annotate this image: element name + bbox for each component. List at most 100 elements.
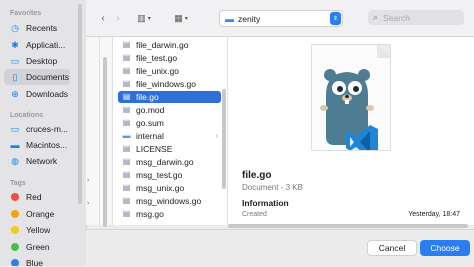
- search-icon: ⌕: [373, 12, 379, 22]
- file-name: file.go: [136, 92, 159, 102]
- list-item[interactable]: ▤ msg.go: [118, 208, 221, 220]
- file-name: msg_unix.go: [136, 183, 185, 193]
- view-columns-button[interactable]: ▥ ▾: [132, 11, 156, 25]
- disk-icon: ▬: [10, 140, 20, 150]
- list-item[interactable]: ▤ file_test.go: [118, 52, 221, 64]
- cancel-button[interactable]: Cancel: [367, 240, 417, 256]
- scrollbar-thumb[interactable]: [228, 224, 468, 228]
- sidebar-item-label: Applicati...: [26, 40, 66, 50]
- list-item[interactable]: ▤ go.mod: [118, 104, 221, 116]
- list-item[interactable]: ▤ go.sum: [118, 117, 221, 129]
- file-icon: ▤: [122, 157, 131, 166]
- list-item[interactable]: ▤ file_darwin.go: [118, 39, 221, 51]
- file-name: go.sum: [136, 118, 164, 128]
- preview-created-value: Yesterday, 18:47: [408, 211, 460, 218]
- orange-tag-dot-icon: [11, 210, 19, 218]
- sidebar-item-network[interactable]: ◍ Network: [4, 153, 70, 169]
- sidebar-tag-green[interactable]: Green: [4, 239, 70, 255]
- file-name: msg_windows.go: [136, 196, 202, 206]
- file-name: file_unix.go: [136, 66, 180, 76]
- list-item[interactable]: ▤ file_windows.go: [118, 78, 221, 90]
- preview-pane: file.go Document - 3 KB Information Crea…: [228, 37, 474, 225]
- sidebar-tag-red[interactable]: Red: [4, 189, 70, 205]
- sidebar-item-computer[interactable]: ▭ cruces-m...: [4, 121, 70, 137]
- file-name: go.mod: [136, 105, 165, 115]
- file-icon: ▤: [122, 105, 131, 114]
- laptop-icon: ▭: [10, 123, 20, 134]
- file-icon: ▤: [122, 40, 131, 49]
- file-thumbnail: [311, 44, 391, 151]
- document-icon: ▯: [12, 71, 18, 82]
- sidebar-item-desktop[interactable]: ▭ Desktop: [4, 53, 70, 69]
- list-item[interactable]: ▤ msg_darwin.go: [118, 156, 221, 168]
- file-icon: ▤: [122, 209, 131, 218]
- sidebar-tag-yellow[interactable]: Yellow: [4, 222, 70, 238]
- file-column-scrollbar[interactable]: [222, 89, 226, 189]
- globe-icon: ◍: [11, 155, 19, 166]
- list-item[interactable]: ▤ msg_test.go: [118, 169, 221, 181]
- sidebar-item-macintosh-hd[interactable]: ▬ Macintos...: [4, 137, 70, 153]
- file-icon: ▤: [122, 144, 131, 153]
- grandparent-column[interactable]: [100, 37, 113, 227]
- sidebar-tag-blue[interactable]: Blue: [4, 255, 70, 266]
- chevron-right-icon: ›: [87, 200, 90, 207]
- search-input[interactable]: [381, 11, 456, 24]
- file-icon: ▤: [122, 170, 131, 179]
- preview-created-label: Created: [242, 211, 267, 218]
- sidebar-tag-orange[interactable]: Orange: [4, 206, 70, 222]
- parent-column[interactable]: › ›: [86, 37, 100, 225]
- locations-heading: Locations: [10, 112, 44, 119]
- path-label: zenity: [238, 13, 261, 24]
- list-item[interactable]: ▬ internal ›: [118, 130, 221, 142]
- list-item-selected[interactable]: ▤ file.go: [118, 91, 221, 103]
- list-item[interactable]: ▤ file_unix.go: [118, 65, 221, 77]
- chevron-down-icon: ▾: [147, 15, 151, 22]
- sidebar-item-documents[interactable]: ▯ Documents: [4, 69, 70, 85]
- back-button[interactable]: ‹: [97, 11, 109, 25]
- file-name: file_darwin.go: [136, 40, 189, 50]
- list-item[interactable]: ▤ LICENSE: [118, 143, 221, 155]
- red-tag-dot-icon: [11, 193, 19, 201]
- file-icon: ▤: [122, 66, 131, 75]
- yellow-tag-dot-icon: [11, 226, 19, 234]
- file-icon: ▤: [122, 118, 131, 127]
- file-name: msg.go: [136, 209, 164, 219]
- file-icon: ▤: [122, 79, 131, 88]
- file-name: msg_test.go: [136, 170, 183, 180]
- sidebar: Favorites ◷ Recents ✱ Applicati... ▭ Des…: [0, 0, 87, 266]
- preview-file-name: file.go: [242, 170, 272, 181]
- folder-icon: ▬: [225, 13, 234, 24]
- forward-button[interactable]: ›: [112, 11, 124, 25]
- sidebar-item-label: Documents: [26, 72, 69, 82]
- chevron-right-icon: ›: [215, 132, 218, 140]
- file-name: LICENSE: [136, 144, 173, 154]
- list-item[interactable]: ▤ msg_windows.go: [118, 195, 221, 207]
- list-item[interactable]: ▤ msg_unix.go: [118, 182, 221, 194]
- gopher-vscode-icon: [320, 69, 378, 150]
- applications-icon: ✱: [11, 39, 19, 50]
- sidebar-item-applications[interactable]: ✱ Applicati...: [4, 37, 70, 53]
- sidebar-item-recents[interactable]: ◷ Recents: [4, 20, 70, 36]
- file-column[interactable]: ▤ file_darwin.go ▤ file_test.go ▤ file_unix…: [113, 37, 228, 225]
- sidebar-item-label: Yellow: [26, 225, 51, 235]
- choose-button[interactable]: Choose: [420, 240, 470, 256]
- chevron-left-icon: ‹: [101, 12, 105, 24]
- blue-tag-dot-icon: [11, 259, 19, 266]
- desktop-icon: ▭: [10, 55, 20, 66]
- page-fold-icon: [377, 45, 390, 58]
- sidebar-item-label: Green: [26, 242, 50, 252]
- horizontal-scrollbar[interactable]: [228, 224, 474, 228]
- sidebar-item-downloads[interactable]: ⊕ Downloads: [4, 86, 70, 102]
- search-box[interactable]: ⌕: [368, 10, 464, 25]
- favorites-heading: Favorites: [10, 10, 42, 17]
- sidebar-item-label: Red: [26, 192, 42, 202]
- preview-info-heading: Information: [242, 198, 289, 208]
- grid-view-icon: ▦: [174, 12, 183, 23]
- tags-heading: Tags: [10, 180, 26, 187]
- view-grid-button[interactable]: ▦ ▾: [169, 11, 193, 25]
- preview-file-kind: Document - 3 KB: [242, 183, 303, 192]
- popup-stepper-icon: ⇕: [330, 12, 341, 25]
- sidebar-scrollbar[interactable]: [78, 4, 82, 204]
- column-scrollbar[interactable]: [103, 57, 107, 227]
- path-popup[interactable]: ▬ zenity ⇕: [219, 10, 343, 27]
